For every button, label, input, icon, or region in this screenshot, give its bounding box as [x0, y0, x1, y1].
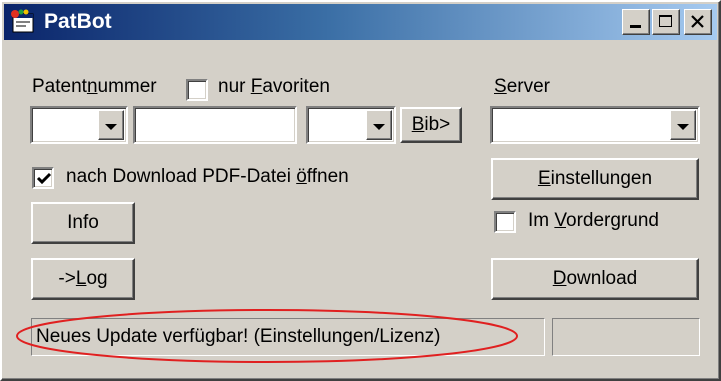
bib-button[interactable]: Bib> — [400, 107, 462, 143]
status-panel-secondary — [552, 318, 700, 356]
minimize-icon — [630, 25, 641, 28]
checkmark-icon — [36, 172, 52, 185]
maximize-icon — [659, 15, 672, 27]
server-dropdown-arrow[interactable] — [670, 110, 696, 140]
close-icon — [691, 15, 704, 28]
log-button[interactable]: -> Log — [31, 258, 135, 300]
download-button[interactable]: Download — [491, 258, 699, 300]
chevron-down-icon — [677, 124, 689, 130]
patent-number-label: Patentnummer — [32, 76, 157, 97]
open-pdf-label[interactable]: nach Download PDF-Datei öffnen — [66, 166, 349, 188]
open-pdf-checkbox[interactable] — [32, 167, 54, 189]
favorites-label[interactable]: nur Favoriten — [218, 76, 330, 98]
close-button[interactable] — [684, 9, 712, 35]
title-bar[interactable]: PatBot — [4, 4, 717, 40]
annotation-ellipse — [16, 309, 518, 363]
patbot-app-icon[interactable] — [10, 9, 36, 35]
foreground-label[interactable]: Im Vordergrund — [528, 210, 659, 232]
server-label: Server — [494, 76, 550, 97]
server-dropdown[interactable] — [490, 106, 700, 144]
settings-button[interactable]: Einstellungen — [491, 158, 699, 200]
maximize-button[interactable] — [652, 9, 680, 35]
patent-number-input[interactable] — [133, 106, 297, 144]
kind-code-dropdown[interactable] — [306, 106, 396, 144]
country-dropdown-arrow[interactable] — [98, 110, 124, 140]
chevron-down-icon — [105, 124, 117, 130]
minimize-button[interactable] — [622, 9, 650, 35]
foreground-checkbox[interactable] — [494, 211, 516, 233]
country-code-dropdown[interactable] — [30, 106, 128, 144]
kind-dropdown-arrow[interactable] — [366, 110, 392, 140]
window-title: PatBot — [44, 10, 112, 33]
favorites-checkbox[interactable] — [186, 79, 208, 101]
chevron-down-icon — [373, 124, 385, 130]
info-button[interactable]: Info — [31, 202, 135, 244]
